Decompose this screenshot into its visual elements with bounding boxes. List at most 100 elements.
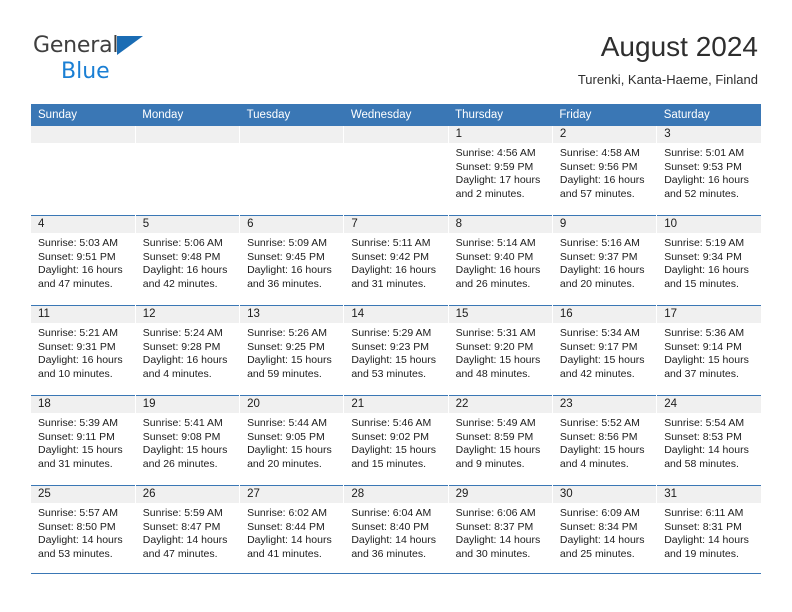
page-title: August 2024 <box>600 31 758 62</box>
calendar-day-cell[interactable]: 1 Sunrise: 4:56 AM Sunset: 9:59 PM Daylight… <box>447 126 553 216</box>
calendar-day-cell[interactable]: 30 Sunrise: 6:09 AM Sunset: 8:34 PM Dayligh… <box>551 485 657 575</box>
calendar-day-cell[interactable]: 31 Sunrise: 6:11 AM Sunset: 8:31 PM Dayligh… <box>656 485 761 575</box>
calendar-day-cell[interactable]: 28 Sunrise: 6:04 AM Sunset: 8:40 PM Dayligh… <box>343 485 449 575</box>
page-header: General Blue August 2024 Turenki, Kanta-… <box>0 0 792 104</box>
day-number: 6 <box>240 216 344 233</box>
calendar-day-cell[interactable]: 25 Sunrise: 5:57 AM Sunset: 8:50 PM Dayligh… <box>31 485 136 575</box>
calendar-day-cell[interactable]: 23 Sunrise: 5:52 AM Sunset: 8:56 PM Dayligh… <box>551 395 657 486</box>
day-details: Sunrise: 4:58 AM Sunset: 9:56 PM Daylight:… <box>553 143 656 201</box>
day-number: 10 <box>657 216 761 233</box>
daylight-text-line2: and 42 minutes. <box>559 367 635 380</box>
calendar-week-row: 18 Sunrise: 5:39 AM Sunset: 9:11 PM Dayligh… <box>31 395 761 486</box>
sunset-text: Sunset: 9:45 PM <box>247 250 325 263</box>
daylight-text-line1: Daylight: 16 hours <box>247 264 332 277</box>
calendar-day-cell[interactable]: 29 Sunrise: 6:06 AM Sunset: 8:37 PM Dayligh… <box>447 485 553 575</box>
daylight-text-line1: Daylight: 16 hours <box>142 354 228 367</box>
sunset-text: Sunset: 9:17 PM <box>559 340 638 353</box>
general-blue-logo: General Blue <box>33 35 143 85</box>
daylight-text-line2: and 41 minutes. <box>247 547 322 560</box>
calendar-day-cell[interactable]: 17 Sunrise: 5:36 AM Sunset: 9:14 PM Dayligh… <box>656 305 761 396</box>
sunset-text: Sunset: 9:11 PM <box>38 430 115 443</box>
calendar-day-cell[interactable]: 20 Sunrise: 5:44 AM Sunset: 9:05 PM Dayligh… <box>239 395 344 486</box>
sunrise-text: Sunrise: 5:59 AM <box>142 507 223 519</box>
daylight-text-line2: and 26 minutes. <box>455 277 531 290</box>
day-number <box>135 126 240 143</box>
sunset-text: Sunset: 9:28 PM <box>142 340 221 353</box>
daylight-text-line1: Daylight: 16 hours <box>664 174 749 187</box>
day-number: 21 <box>344 396 448 413</box>
calendar-day-cell[interactable]: 24 Sunrise: 5:54 AM Sunset: 8:53 PM Dayligh… <box>656 395 761 486</box>
daylight-text-line1: Daylight: 15 hours <box>142 444 228 457</box>
calendar-day-cell[interactable]: 26 Sunrise: 5:59 AM Sunset: 8:47 PM Dayligh… <box>134 485 240 575</box>
day-number: 26 <box>135 486 240 503</box>
sunset-text: Sunset: 9:25 PM <box>247 340 325 353</box>
calendar-day-cell[interactable]: 15 Sunrise: 5:31 AM Sunset: 9:20 PM Dayligh… <box>447 305 553 396</box>
calendar-day-cell-empty <box>343 126 449 216</box>
calendar-header-row: Sunday Monday Tuesday Wednesday Thursday… <box>31 104 761 126</box>
calendar-day-cell[interactable]: 18 Sunrise: 5:39 AM Sunset: 9:11 PM Dayligh… <box>31 395 136 486</box>
calendar-day-cell[interactable]: 22 Sunrise: 5:49 AM Sunset: 8:59 PM Dayligh… <box>447 395 553 486</box>
day-details: Sunrise: 4:56 AM Sunset: 9:59 PM Daylight:… <box>449 143 552 201</box>
daylight-text-line1: Daylight: 14 hours <box>142 534 228 547</box>
day-details: Sunrise: 5:03 AM Sunset: 9:51 PM Daylight:… <box>31 233 135 291</box>
day-number: 9 <box>552 216 657 233</box>
sunset-text: Sunset: 8:34 PM <box>559 520 638 533</box>
sunrise-text: Sunrise: 5:14 AM <box>455 237 536 249</box>
day-details: Sunrise: 5:44 AM Sunset: 9:05 PM Daylight:… <box>240 413 343 471</box>
sunset-text: Sunset: 8:59 PM <box>455 430 534 443</box>
daylight-text-line1: Daylight: 15 hours <box>559 444 645 457</box>
calendar-day-cell[interactable]: 14 Sunrise: 5:29 AM Sunset: 9:23 PM Dayligh… <box>343 305 449 396</box>
calendar-day-cell[interactable]: 8 Sunrise: 5:14 AM Sunset: 9:40 PM Daylight… <box>447 215 553 306</box>
calendar-day-cell[interactable]: 3 Sunrise: 5:01 AM Sunset: 9:53 PM Daylight… <box>656 126 761 216</box>
calendar-day-cell[interactable]: 2 Sunrise: 4:58 AM Sunset: 9:56 PM Daylight… <box>551 126 657 216</box>
sunrise-text: Sunrise: 4:56 AM <box>455 147 536 159</box>
calendar-day-cell[interactable]: 9 Sunrise: 5:16 AM Sunset: 9:37 PM Daylight… <box>551 215 657 306</box>
daylight-text-line1: Daylight: 14 hours <box>664 444 749 457</box>
sunrise-text: Sunrise: 6:04 AM <box>351 507 432 519</box>
calendar-day-cell[interactable]: 11 Sunrise: 5:21 AM Sunset: 9:31 PM Dayligh… <box>31 305 136 396</box>
day-number: 4 <box>31 216 135 233</box>
calendar-day-cell[interactable]: 16 Sunrise: 5:34 AM Sunset: 9:17 PM Dayligh… <box>551 305 657 396</box>
calendar-day-cell[interactable]: 6 Sunrise: 5:09 AM Sunset: 9:45 PM Daylight… <box>239 215 344 306</box>
day-number <box>240 126 344 143</box>
sunrise-text: Sunrise: 5:16 AM <box>559 237 640 249</box>
daylight-text-line2: and 47 minutes. <box>38 277 113 290</box>
day-number: 30 <box>552 486 657 503</box>
daylight-text-line1: Daylight: 14 hours <box>351 534 436 547</box>
day-details: Sunrise: 6:09 AM Sunset: 8:34 PM Daylight:… <box>553 503 656 561</box>
day-details: Sunrise: 5:52 AM Sunset: 8:56 PM Daylight:… <box>553 413 656 471</box>
calendar-day-cell[interactable]: 12 Sunrise: 5:24 AM Sunset: 9:28 PM Dayligh… <box>134 305 240 396</box>
daylight-text-line1: Daylight: 14 hours <box>247 534 332 547</box>
day-number: 11 <box>31 306 135 323</box>
calendar-day-cell[interactable]: 10 Sunrise: 5:19 AM Sunset: 9:34 PM Dayligh… <box>656 215 761 306</box>
day-details: Sunrise: 5:54 AM Sunset: 8:53 PM Daylight:… <box>657 413 761 471</box>
calendar-day-cell[interactable]: 13 Sunrise: 5:26 AM Sunset: 9:25 PM Dayligh… <box>239 305 344 396</box>
calendar-day-cell[interactable]: 5 Sunrise: 5:06 AM Sunset: 9:48 PM Daylight… <box>134 215 240 306</box>
daylight-text-line1: Daylight: 15 hours <box>247 444 332 457</box>
sunset-text: Sunset: 9:31 PM <box>38 340 116 353</box>
sunrise-text: Sunrise: 6:09 AM <box>559 507 640 519</box>
day-details: Sunrise: 5:41 AM Sunset: 9:08 PM Daylight:… <box>136 413 239 471</box>
sunset-text: Sunset: 9:48 PM <box>142 250 221 263</box>
sunset-text: Sunset: 9:14 PM <box>664 340 742 353</box>
day-details: Sunrise: 5:14 AM Sunset: 9:40 PM Daylight:… <box>449 233 552 291</box>
sunrise-text: Sunrise: 6:02 AM <box>247 507 328 519</box>
day-details: Sunrise: 5:24 AM Sunset: 9:28 PM Daylight:… <box>136 323 239 381</box>
daylight-text-line2: and 15 minutes. <box>351 457 427 470</box>
day-details: Sunrise: 5:19 AM Sunset: 9:34 PM Daylight:… <box>657 233 761 291</box>
day-details: Sunrise: 5:01 AM Sunset: 9:53 PM Daylight:… <box>657 143 761 201</box>
sunset-text: Sunset: 8:56 PM <box>559 430 638 443</box>
sunset-text: Sunset: 8:37 PM <box>455 520 534 533</box>
calendar-page: General Blue August 2024 Turenki, Kanta-… <box>0 0 792 612</box>
calendar-day-cell-empty <box>134 126 240 216</box>
calendar-day-cell[interactable]: 7 Sunrise: 5:11 AM Sunset: 9:42 PM Daylight… <box>343 215 449 306</box>
weekday-header-thursday: Thursday <box>448 104 553 126</box>
calendar-day-cell[interactable]: 19 Sunrise: 5:41 AM Sunset: 9:08 PM Dayligh… <box>134 395 240 486</box>
calendar-day-cell[interactable]: 27 Sunrise: 6:02 AM Sunset: 8:44 PM Dayligh… <box>239 485 344 575</box>
day-number <box>344 126 448 143</box>
calendar-day-cell[interactable]: 4 Sunrise: 5:03 AM Sunset: 9:51 PM Daylight… <box>31 215 136 306</box>
sunset-text: Sunset: 9:08 PM <box>142 430 221 443</box>
day-number: 2 <box>552 126 657 143</box>
sunrise-text: Sunrise: 5:41 AM <box>142 417 223 429</box>
calendar-day-cell[interactable]: 21 Sunrise: 5:46 AM Sunset: 9:02 PM Dayligh… <box>343 395 449 486</box>
